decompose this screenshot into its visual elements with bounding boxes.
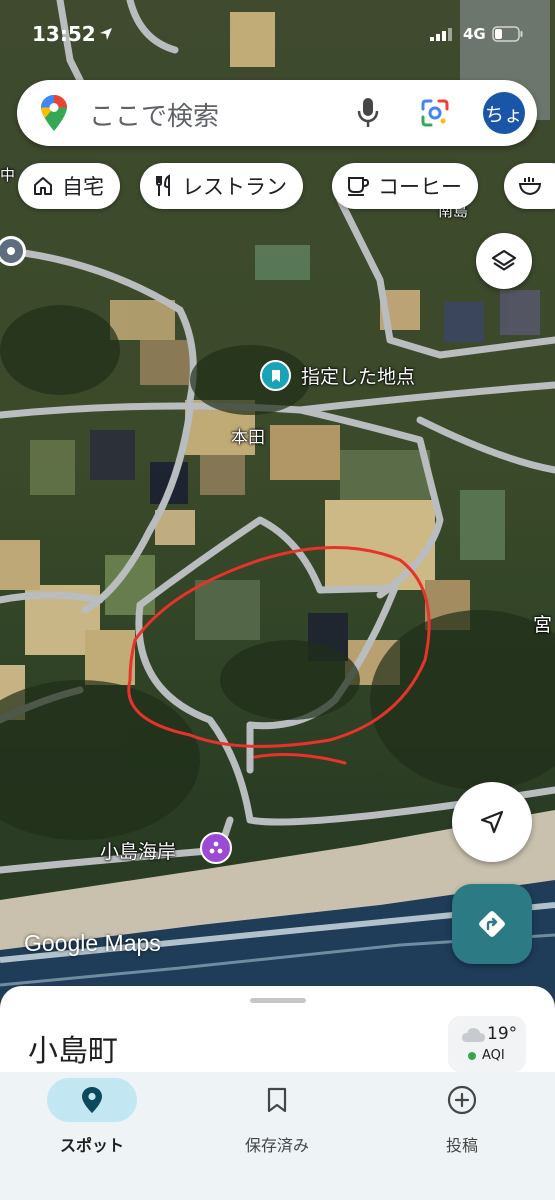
attraction-icon [209,841,223,854]
status-time: 13:52 [32,22,96,46]
nav-spot-label: スポット [59,1136,124,1155]
chip-restaurant[interactable]: レストラン [140,163,303,209]
point-of-interest-pin-icon[interactable] [200,832,232,864]
battery-icon [492,26,523,42]
layers-icon [491,249,517,271]
restaurant-icon [156,174,170,196]
nav-post[interactable]: 投稿 [392,1078,532,1156]
weather-widget[interactable]: 19° AQI [448,1016,526,1072]
sheet-drag-handle[interactable] [250,998,306,1003]
nav-spot-indicator [47,1078,137,1122]
weather-temp: 19° [487,1024,518,1044]
label-pinned-point[interactable]: 指定した地点 [301,362,415,389]
account-avatar[interactable]: ちょ [483,92,525,134]
layers-button[interactable] [476,233,532,289]
chip-coffee-label: コーヒー [378,175,462,199]
chip-more[interactable] [504,163,555,209]
google-maps-watermark: Google Maps [24,930,161,956]
label-beach[interactable]: 小島海岸 [100,837,176,864]
bookmark-icon [271,369,280,382]
place-title: 小島町 [28,1034,118,1069]
chip-restaurant-label: レストラン [182,175,287,199]
label-edge-left: 中 [0,166,16,184]
bottom-navigation: スポット 保存済み 投稿 [0,1072,555,1200]
location-arrow-icon [100,28,112,40]
location-pin-icon [82,1087,102,1113]
aqi-dot [468,1052,476,1060]
directions-button[interactable] [452,884,532,964]
weather-aqi: AQI [482,1048,505,1063]
lens-camera-icon[interactable] [420,98,450,128]
chip-coffee[interactable]: コーヒー [332,163,478,209]
chip-home-label: 自宅 [62,175,104,199]
saved-place-pin-icon[interactable] [260,360,291,391]
signal-bars-icon [430,28,452,41]
label-honden: 本田 [231,428,265,448]
label-edge-right: 宮 [533,614,553,636]
navigation-arrow-icon [480,810,504,834]
nav-saved-label: 保存済み [244,1136,309,1155]
microphone-icon[interactable] [357,97,379,129]
add-circle-icon [447,1085,477,1115]
nav-post-indicator [417,1078,507,1122]
network-type: 4G [463,25,486,43]
ramen-icon [518,177,542,196]
chip-home[interactable]: 自宅 [18,163,120,209]
cloud-icon [462,1028,485,1042]
search-bar[interactable]: ここで検索 ちょ [17,80,537,146]
directions-icon [479,911,505,937]
google-maps-logo-icon [41,95,67,131]
my-location-button[interactable] [452,782,532,862]
status-bar: 13:52 4G [0,16,555,52]
home-icon [34,177,52,195]
nav-saved[interactable]: 保存済み [207,1078,347,1156]
coffee-icon [348,177,370,196]
nav-spot[interactable]: スポット [22,1078,162,1156]
nav-post-label: 投稿 [445,1136,478,1155]
search-input[interactable]: ここで検索 [89,96,219,133]
bookmark-icon [267,1087,287,1113]
nav-saved-indicator [232,1078,322,1122]
